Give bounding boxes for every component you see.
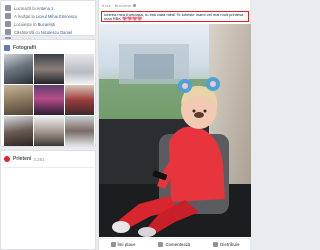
post-actions: Îmi place Comentează Distribuie — [99, 238, 251, 250]
comment-label: Comentează — [165, 242, 191, 247]
post-header: 6 ore · București — [99, 0, 250, 10]
intro-link-education[interactable]: Liceul Mihai Eminescu — [36, 14, 78, 19]
location-icon — [5, 29, 11, 35]
like-button[interactable]: Îmi place — [110, 242, 136, 247]
intro-link-relationship[interactable]: Nicolescu Daniel — [41, 30, 72, 35]
post-card: 6 ore · București Iubirea mea frumoasa, … — [98, 0, 251, 250]
intro-row-city: Locuiește în București — [5, 20, 91, 28]
photos-card: Fotografii — [0, 39, 96, 147]
photo-thumbnail[interactable] — [4, 116, 34, 146]
intro-link-city[interactable]: București — [38, 22, 55, 27]
share-label: Distribuie — [220, 242, 240, 247]
photo-thumbnail[interactable] — [4, 85, 34, 115]
post-photo[interactable] — [99, 24, 251, 237]
like-icon — [110, 242, 116, 247]
friends-count: 3.281 — [33, 156, 45, 162]
intro-row-relationship: Căsătorit/ă cu Nicolescu Daniel — [5, 28, 91, 36]
comment-button[interactable]: Comentează — [158, 242, 190, 247]
like-label: Îmi place — [117, 242, 136, 247]
photos-header[interactable]: Fotografii — [4, 43, 92, 53]
photo-thumbnail[interactable] — [64, 54, 94, 84]
post-photo-image — [99, 24, 251, 237]
friends-list — [4, 167, 94, 247]
share-icon — [213, 242, 219, 247]
friends-icon — [4, 156, 10, 162]
photo-thumbnail[interactable] — [64, 116, 94, 146]
post-caption: Iubirea mea frumoasa, tu ești viața mea!… — [101, 11, 249, 22]
photo-thumbnail[interactable] — [64, 85, 94, 115]
globe-icon — [133, 3, 137, 7]
graduation-cap-icon — [5, 13, 11, 19]
home-icon — [5, 21, 11, 27]
photos-title[interactable]: Fotografii — [13, 45, 36, 51]
photos-icon — [4, 45, 10, 51]
left-column: Lucrează la Antena 1 A învățat la Liceul… — [0, 0, 96, 250]
intro-label: A învățat la — [14, 13, 35, 19]
photo-thumbnail[interactable] — [34, 116, 64, 146]
intro-label: Căsătorit/ă cu — [14, 29, 40, 35]
photo-thumbnail[interactable] — [4, 54, 34, 84]
photo-grid — [4, 54, 94, 146]
friends-card: Prieteni 3.281 — [0, 150, 96, 250]
photo-thumbnail[interactable] — [34, 54, 64, 84]
photo-thumbnail[interactable] — [34, 85, 64, 115]
heart-emojis: 💖💖💖💖 — [122, 16, 143, 22]
briefcase-icon — [5, 5, 11, 11]
intro-link-work[interactable]: Antena 1 — [37, 6, 54, 11]
comment-icon — [158, 242, 164, 247]
intro-row-work: Lucrează la Antena 1 — [5, 4, 91, 12]
post-meta[interactable]: 6 ore · București — [102, 3, 131, 8]
friends-title[interactable]: Prieteni — [13, 156, 31, 162]
intro-card: Lucrează la Antena 1 A învățat la Liceul… — [0, 0, 96, 43]
intro-row-education: A învățat la Liceul Mihai Eminescu — [5, 12, 91, 20]
intro-label: Lucrează la — [14, 5, 36, 11]
share-button[interactable]: Distribuie — [213, 242, 239, 247]
intro-label: Locuiește în — [14, 21, 37, 27]
friends-header[interactable]: Prieteni 3.281 — [4, 154, 92, 164]
